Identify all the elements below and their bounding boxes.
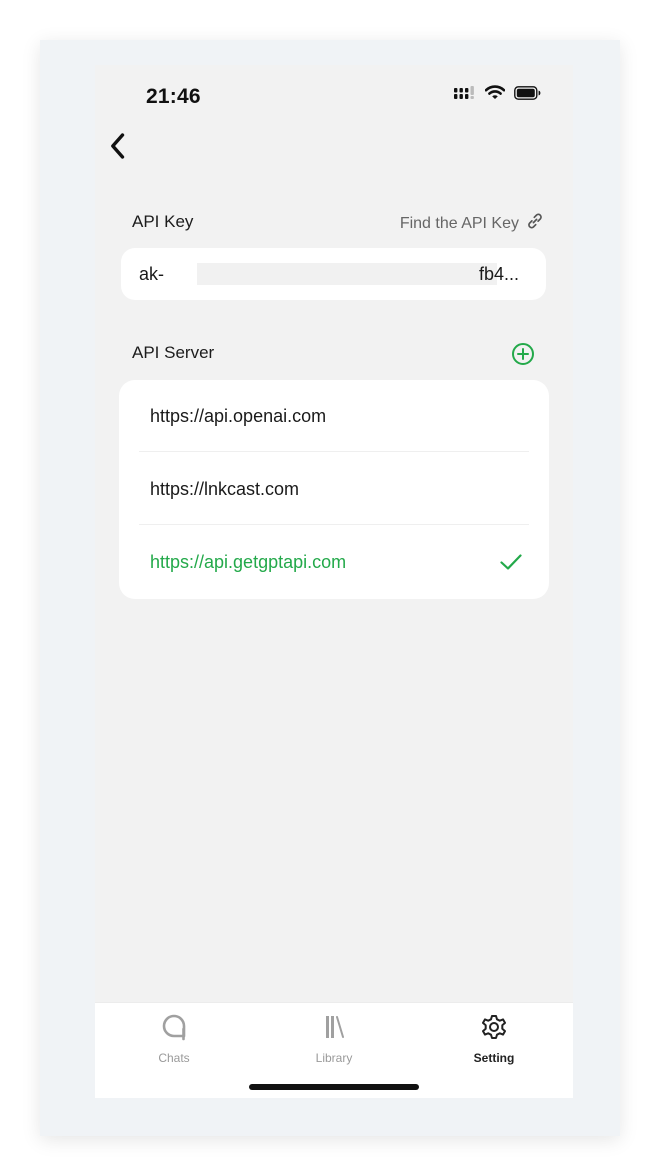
api-server-label: API Server: [132, 343, 215, 362]
divider: [139, 524, 529, 525]
tab-chats[interactable]: Chats: [119, 1013, 229, 1073]
back-button[interactable]: [101, 131, 135, 165]
server-row-openai[interactable]: https://api.openai.com: [119, 380, 549, 452]
home-indicator: [249, 1084, 419, 1090]
divider: [139, 451, 529, 452]
link-icon: [525, 211, 545, 236]
tab-chats-label: Chats: [158, 1051, 190, 1065]
server-list: https://api.openai.com https://lnkcast.c…: [119, 380, 549, 599]
find-api-key-link[interactable]: Find the API Key: [400, 211, 545, 236]
api-key-field[interactable]: ak- fb4...: [121, 248, 546, 300]
tab-library-label: Library: [315, 1051, 353, 1065]
tab-setting[interactable]: Setting: [439, 1013, 549, 1073]
gear-icon: [480, 1013, 508, 1046]
api-key-suffix: fb4...: [478, 264, 519, 284]
chevron-left-icon: [110, 132, 126, 164]
plus-circle-icon: [511, 343, 535, 370]
api-key-redaction: [197, 263, 497, 285]
checkmark-icon: [499, 552, 523, 572]
add-server-button[interactable]: [511, 342, 535, 366]
status-time: 21:46: [146, 85, 201, 108]
tab-setting-label: Setting: [473, 1051, 515, 1065]
server-row-getgptapi[interactable]: https://api.getgptapi.com: [119, 526, 549, 598]
api-key-prefix: ak-: [139, 264, 165, 284]
wifi-icon: [484, 85, 506, 105]
server-url: https://lnkcast.com: [150, 479, 300, 499]
cellular-signal-icon: [454, 85, 476, 105]
api-key-label: API Key: [132, 212, 194, 231]
status-icons: [454, 85, 541, 105]
tab-bar: Chats Library Setting: [95, 1002, 573, 1098]
server-url: https://api.openai.com: [150, 406, 327, 426]
status-bar: 21:46: [95, 65, 573, 125]
tab-library[interactable]: Library: [279, 1013, 389, 1073]
server-row-lnkcast[interactable]: https://lnkcast.com: [119, 453, 549, 525]
find-api-key-label: Find the API Key: [399, 214, 519, 232]
phone-screen: 21:46 API Key Find the API Key ak- fb4..…: [95, 65, 573, 1098]
library-icon: [320, 1013, 348, 1046]
battery-icon: [514, 85, 541, 105]
server-url: https://api.getgptapi.com: [150, 552, 347, 572]
chat-bubbles-icon: [160, 1013, 188, 1046]
